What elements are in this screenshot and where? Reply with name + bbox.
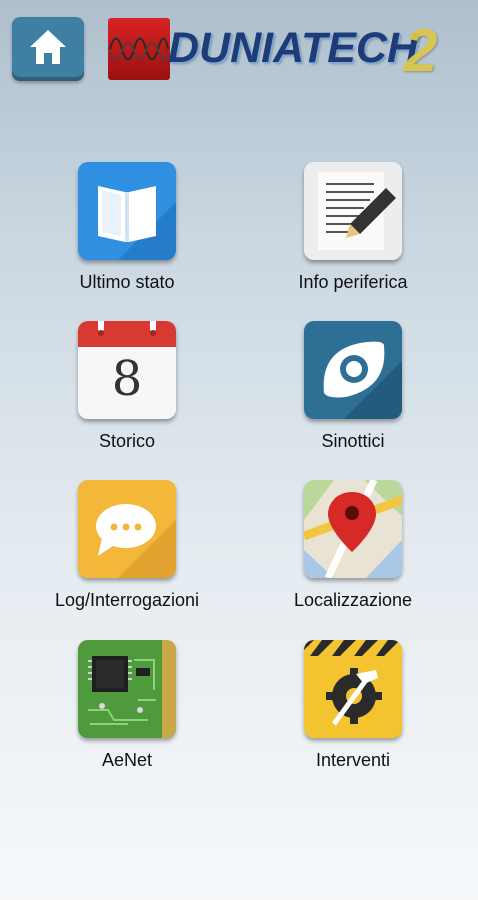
tile-interventi[interactable]: Interventi xyxy=(248,640,458,771)
tile-label: Ultimo stato xyxy=(79,272,175,292)
tools-icon xyxy=(304,640,402,738)
tile-info-periferica[interactable]: Info periferica xyxy=(248,162,458,293)
circuit-board-icon xyxy=(78,640,176,738)
tile-label: AeNet xyxy=(101,750,153,770)
logo-text: DUNIATECH xyxy=(168,24,419,72)
app-header: DUNIATECH 2 xyxy=(0,0,478,100)
tile-label: Sinottici xyxy=(321,431,385,451)
tile-label: Localizzazione xyxy=(293,590,413,610)
calendar-day: 8 xyxy=(111,351,143,407)
home-button[interactable] xyxy=(12,17,84,81)
tile-ultimo-stato[interactable]: Ultimo stato xyxy=(22,162,232,293)
tile-label: Storico xyxy=(98,431,156,451)
duniatech-logo: DUNIATECH 2 xyxy=(108,14,460,86)
tile-sinottici[interactable]: Sinottici xyxy=(248,321,458,452)
book-icon xyxy=(78,162,176,260)
eye-icon xyxy=(304,321,402,419)
document-pen-icon xyxy=(304,162,402,260)
tile-label: Interventi xyxy=(315,750,391,770)
logo-wave-box xyxy=(108,18,170,80)
tile-label: Log/Interrogazioni xyxy=(54,590,200,610)
chat-bubble-icon xyxy=(78,480,176,578)
tile-storico[interactable]: 8 Storico xyxy=(22,321,232,452)
tile-aenet[interactable]: AeNet xyxy=(22,640,232,771)
tile-log-interrogazioni[interactable]: Log/Interrogazioni xyxy=(22,480,232,611)
map-pin-icon xyxy=(304,480,402,578)
home-icon xyxy=(26,27,70,72)
logo-suffix: 2 xyxy=(404,17,438,84)
calendar-icon: 8 xyxy=(78,321,176,419)
tile-label: Info periferica xyxy=(298,272,408,292)
tile-localizzazione[interactable]: Localizzazione xyxy=(248,480,458,611)
